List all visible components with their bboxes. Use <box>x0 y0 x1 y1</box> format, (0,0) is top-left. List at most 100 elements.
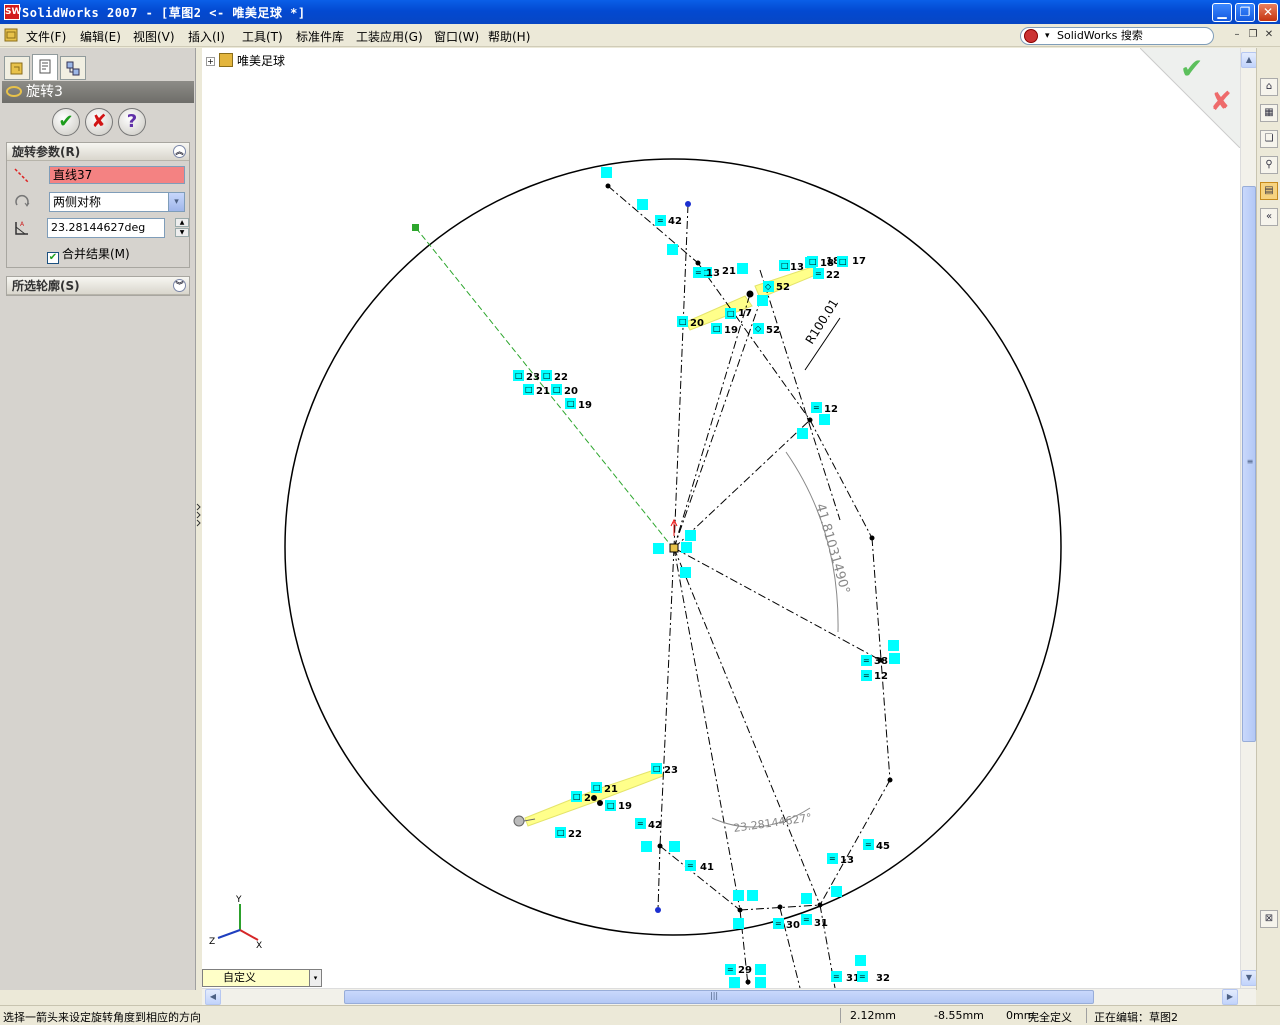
relation-badge-icon[interactable] <box>729 977 740 988</box>
view-orientation-value: 自定义 <box>223 971 256 984</box>
chevron-down-icon[interactable]: ▾ <box>168 193 184 211</box>
search-icon[interactable]: ⚲ <box>1260 156 1278 174</box>
vertical-scrollbar[interactable]: ▲ ≡ ▼ <box>1240 48 1257 988</box>
vertical-scroll-thumb[interactable]: ≡ <box>1242 186 1256 742</box>
solidworks-search-field[interactable]: ▾ SolidWorks 搜索 <box>1020 27 1214 45</box>
help-button[interactable]: ? <box>118 108 146 136</box>
construction-endpoint[interactable] <box>412 224 419 231</box>
expand-pane-icon[interactable]: « <box>1260 208 1278 226</box>
tab-configuration-manager[interactable] <box>60 56 86 80</box>
relation-badge-icon[interactable] <box>641 841 652 852</box>
ok-button[interactable]: ✔ <box>52 108 80 136</box>
scroll-right-button[interactable]: ▶ <box>1222 989 1238 1005</box>
scroll-left-button[interactable]: ◀ <box>205 989 221 1005</box>
cancel-button[interactable]: ✘ <box>85 108 113 136</box>
confirm-ok-icon[interactable]: ✔ <box>1180 52 1203 85</box>
selected-contours-header[interactable]: 所选轮廓(S) ︾ <box>7 277 189 295</box>
sketch-point-blue[interactable] <box>685 201 691 207</box>
relation-badge-icon[interactable] <box>681 542 692 553</box>
relation-badge-glyph: = <box>727 965 734 974</box>
axis-of-revolution-field[interactable]: 直线37 <box>49 166 185 184</box>
triad-z-label: Z <box>209 937 215 947</box>
view-orientation-select[interactable]: 自定义 ▾ <box>202 969 322 987</box>
horizontal-scroll-thumb[interactable]: ||| <box>344 990 1094 1004</box>
radius-dimension[interactable]: R100.01 <box>803 296 842 346</box>
relation-label: 13 <box>840 855 854 866</box>
sketch-drawing[interactable]: R100.01 41.81031490° 23.28144627° = 42□ 21… <box>202 48 1240 988</box>
menu-window[interactable]: 窗口(W) <box>434 28 479 45</box>
relation-badge-icon[interactable] <box>667 244 678 255</box>
menu-tooling[interactable]: 工装应用(G) <box>356 28 423 45</box>
pane-toggle-icon[interactable]: ⊠ <box>1260 910 1278 928</box>
chevron-down-icon[interactable]: ▾ <box>309 970 321 986</box>
tab-feature-manager[interactable] <box>4 56 30 80</box>
collapse-icon[interactable]: ︽ <box>173 145 186 158</box>
solidworks-logo-icon: SW <box>4 4 21 20</box>
home-icon[interactable]: ⌂ <box>1260 78 1278 96</box>
solidworks-menu-icon[interactable] <box>4 27 20 43</box>
relation-badge-icon[interactable] <box>685 530 696 541</box>
relation-badge-glyph: = <box>833 972 840 981</box>
relation-label: 42 <box>668 216 682 227</box>
relation-label: 19 <box>578 400 592 411</box>
menu-tools[interactable]: 工具(T) <box>242 28 283 45</box>
relation-badge-icon[interactable] <box>801 893 812 904</box>
revolve-parameters-group: 旋转参数(R) ︽ 直线37 两侧对称 ▾ A 23.28144627deg ▲… <box>6 142 190 268</box>
revolve-parameters-header[interactable]: 旋转参数(R) ︽ <box>7 143 189 161</box>
file-explorer-icon[interactable]: ❏ <box>1260 130 1278 148</box>
spin-up-button[interactable]: ▲ <box>175 218 189 227</box>
relation-badge-icon[interactable] <box>601 167 612 178</box>
angle-input[interactable]: 23.28144627deg <box>47 218 165 238</box>
restore-button[interactable]: ❐ <box>1235 3 1255 22</box>
scroll-down-button[interactable]: ▼ <box>1241 970 1257 986</box>
origin-marker[interactable] <box>669 543 679 553</box>
relation-badge-icon[interactable] <box>755 977 766 988</box>
relation-badge-icon[interactable] <box>889 653 900 664</box>
relation-badge-icon[interactable] <box>757 295 768 306</box>
menu-file[interactable]: 文件(F) <box>26 28 66 45</box>
revolve-type-select[interactable]: 两侧对称 ▾ <box>49 192 185 212</box>
expand-icon[interactable]: ︾ <box>173 279 186 292</box>
relation-badge-icon[interactable] <box>747 890 758 901</box>
doc-minimize-button[interactable]: – <box>1230 28 1244 42</box>
merge-result-checkbox[interactable]: ✔ <box>47 252 59 264</box>
direction-arrow[interactable] <box>670 518 678 536</box>
sketch-point-blue[interactable] <box>655 907 661 913</box>
confirmation-corner: ✔ ✘ <box>1140 48 1240 148</box>
doc-restore-button[interactable]: ❐ <box>1246 28 1260 42</box>
merge-result-row[interactable]: ✔ 合并结果(M) <box>47 245 130 264</box>
angle-dimension-large[interactable]: 41.81031490° <box>812 502 852 596</box>
relation-badge-icon[interactable] <box>669 841 680 852</box>
confirm-cancel-icon[interactable]: ✘ <box>1210 87 1232 117</box>
menu-standard-parts[interactable]: 标准件库 <box>296 28 344 45</box>
doc-close-button[interactable]: ✕ <box>1262 28 1276 42</box>
relation-badge-icon[interactable] <box>680 567 691 578</box>
relation-badge-icon[interactable] <box>855 955 866 966</box>
relation-badge-icon[interactable] <box>888 640 899 651</box>
tab-property-manager[interactable] <box>32 54 58 80</box>
relation-badge-icon[interactable] <box>831 886 842 897</box>
relation-badge-glyph: □ <box>607 801 615 810</box>
chevron-down-icon[interactable]: ▾ <box>1045 28 1050 44</box>
close-button[interactable]: ✕ <box>1258 3 1278 22</box>
graphics-area[interactable]: + 唯美足球 R100.01 41.81031490° 23.28144627°… <box>202 48 1240 988</box>
relation-badge-icon[interactable] <box>653 543 664 554</box>
relation-badge-icon[interactable] <box>733 918 744 929</box>
relation-badge-icon[interactable] <box>637 199 648 210</box>
menu-edit[interactable]: 编辑(E) <box>80 28 121 45</box>
spin-down-button[interactable]: ▼ <box>175 228 189 237</box>
relation-badge-icon[interactable] <box>737 263 748 274</box>
horizontal-scrollbar[interactable]: ◀ ||| ▶ <box>202 988 1256 1005</box>
relation-badge-icon[interactable] <box>819 414 830 425</box>
relation-badge-icon[interactable] <box>755 964 766 975</box>
scroll-up-button[interactable]: ▲ <box>1241 52 1257 68</box>
design-library-icon[interactable]: ▦ <box>1260 104 1278 122</box>
relation-badge-icon[interactable] <box>733 890 744 901</box>
menu-insert[interactable]: 插入(I) <box>188 28 225 45</box>
minimize-button[interactable]: ▁ <box>1212 3 1232 22</box>
menu-help[interactable]: 帮助(H) <box>488 28 530 45</box>
appearances-icon[interactable]: ▤ <box>1260 182 1278 200</box>
menu-view[interactable]: 视图(V) <box>133 28 175 45</box>
relation-badge-icon[interactable] <box>797 428 808 439</box>
angle-dimension-small[interactable]: 23.28144627° <box>733 811 813 835</box>
